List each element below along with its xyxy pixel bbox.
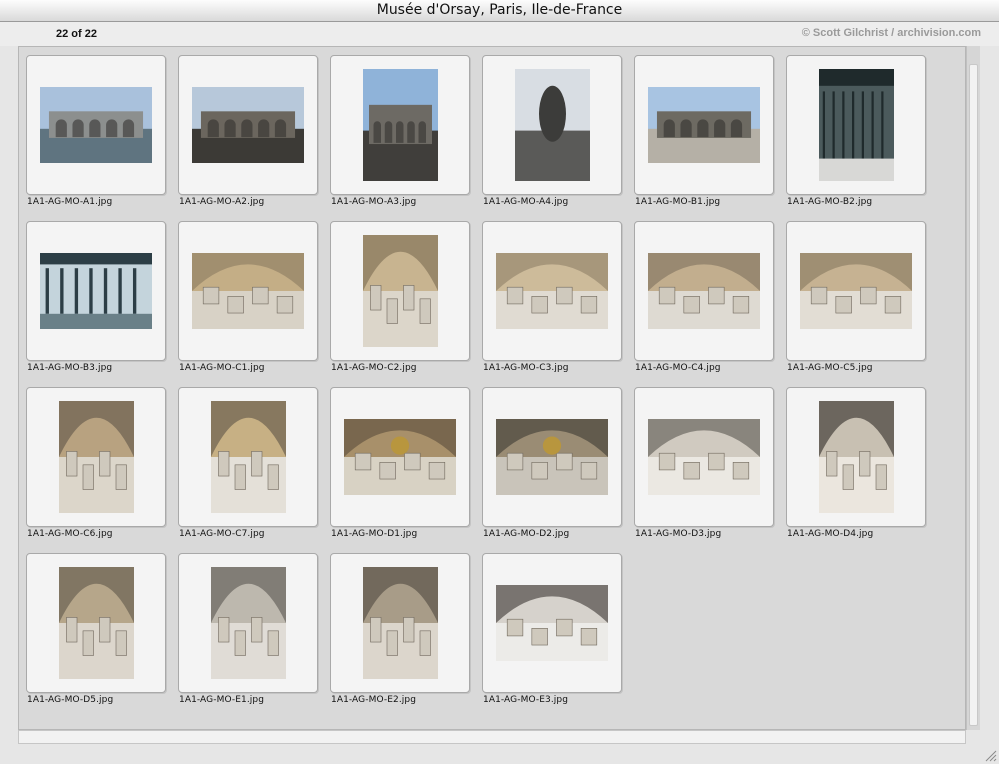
thumbnail-tile[interactable]: 1A1-AG-MO-C7.jpg xyxy=(178,387,318,552)
thumbnail-card[interactable] xyxy=(26,221,166,361)
thumbnail-tile[interactable]: 1A1-AG-MO-E3.jpg xyxy=(482,553,622,718)
thumbnail-filename: 1A1-AG-MO-B1.jpg xyxy=(635,197,721,207)
thumbnail-filename: 1A1-AG-MO-C5.jpg xyxy=(787,363,873,373)
thumbnail-filename: 1A1-AG-MO-B3.jpg xyxy=(27,363,113,373)
info-bar: 22 of 22 © Scott Gilchrist / archivision… xyxy=(0,22,999,46)
thumbnail-tile[interactable]: 1A1-AG-MO-C3.jpg xyxy=(482,221,622,386)
thumbnail-tile[interactable]: 1A1-AG-MO-A4.jpg xyxy=(482,55,622,220)
thumbnail-tile[interactable]: 1A1-AG-MO-E2.jpg xyxy=(330,553,470,718)
thumbnail-filename: 1A1-AG-MO-D2.jpg xyxy=(483,529,570,539)
thumbnail-tile[interactable]: 1A1-AG-MO-D1.jpg xyxy=(330,387,470,552)
image-count: 22 of 22 xyxy=(56,28,97,40)
thumbnail-card[interactable] xyxy=(482,221,622,361)
thumbnail-card[interactable] xyxy=(26,387,166,527)
thumbnail-filename: 1A1-AG-MO-C7.jpg xyxy=(179,529,265,539)
thumbnail-image[interactable] xyxy=(58,567,134,679)
thumbnail-image[interactable] xyxy=(648,87,760,163)
thumbnail-filename: 1A1-AG-MO-C2.jpg xyxy=(331,363,417,373)
thumbnail-tile[interactable]: 1A1-AG-MO-A1.jpg xyxy=(26,55,166,220)
thumbnail-filename: 1A1-AG-MO-A3.jpg xyxy=(331,197,417,207)
thumbnail-tile[interactable]: 1A1-AG-MO-D5.jpg xyxy=(26,553,166,718)
thumbnail-tile[interactable]: 1A1-AG-MO-A2.jpg xyxy=(178,55,318,220)
thumbnail-image[interactable] xyxy=(40,253,152,329)
thumbnail-image[interactable] xyxy=(58,401,134,513)
thumbnail-card[interactable] xyxy=(634,55,774,195)
thumbnail-image[interactable] xyxy=(818,69,894,181)
thumbnail-image[interactable] xyxy=(192,87,304,163)
thumbnail-card[interactable] xyxy=(330,55,470,195)
thumbnail-image[interactable] xyxy=(648,253,760,329)
thumbnail-filename: 1A1-AG-MO-C6.jpg xyxy=(27,529,113,539)
thumbnail-filename: 1A1-AG-MO-A1.jpg xyxy=(27,197,113,207)
thumbnail-tile[interactable]: 1A1-AG-MO-C6.jpg xyxy=(26,387,166,552)
thumbnail-card[interactable] xyxy=(26,553,166,693)
thumbnail-image[interactable] xyxy=(362,567,438,679)
thumbnail-filename: 1A1-AG-MO-D1.jpg xyxy=(331,529,418,539)
thumbnail-card[interactable] xyxy=(330,221,470,361)
thumbnail-tile[interactable]: 1A1-AG-MO-C2.jpg xyxy=(330,221,470,386)
thumbnail-card[interactable] xyxy=(482,387,622,527)
thumbnail-filename: 1A1-AG-MO-D4.jpg xyxy=(787,529,874,539)
window-title: Musée d'Orsay, Paris, Ile-de-France xyxy=(0,0,999,22)
thumbnail-card[interactable] xyxy=(178,553,318,693)
thumbnail-image[interactable] xyxy=(496,419,608,495)
thumbnail-card[interactable] xyxy=(634,387,774,527)
thumbnail-card[interactable] xyxy=(634,221,774,361)
thumbnail-filename: 1A1-AG-MO-C4.jpg xyxy=(635,363,721,373)
copyright-credit: © Scott Gilchrist / archivision.com xyxy=(801,27,981,39)
thumbnail-tile[interactable]: 1A1-AG-MO-B1.jpg xyxy=(634,55,774,220)
thumbnail-filename: 1A1-AG-MO-E1.jpg xyxy=(179,695,265,705)
thumbnail-image[interactable] xyxy=(362,69,438,181)
vertical-scroll-thumb[interactable] xyxy=(969,64,978,726)
thumbnail-filename: 1A1-AG-MO-D5.jpg xyxy=(27,695,114,705)
vertical-scrollbar[interactable] xyxy=(966,46,980,730)
thumbnail-image[interactable] xyxy=(800,253,912,329)
resize-grip-icon[interactable] xyxy=(983,748,997,762)
thumbnail-card[interactable] xyxy=(786,387,926,527)
thumbnail-image[interactable] xyxy=(40,87,152,163)
thumbnail-tile[interactable]: 1A1-AG-MO-D3.jpg xyxy=(634,387,774,552)
thumbnail-image[interactable] xyxy=(192,253,304,329)
thumbnail-card[interactable] xyxy=(178,55,318,195)
thumbnail-image[interactable] xyxy=(210,401,286,513)
thumbnail-tile[interactable]: 1A1-AG-MO-E1.jpg xyxy=(178,553,318,718)
thumbnail-card[interactable] xyxy=(330,553,470,693)
thumbnail-tile[interactable]: 1A1-AG-MO-A3.jpg xyxy=(330,55,470,220)
thumbnail-card[interactable] xyxy=(482,55,622,195)
thumbnail-filename: 1A1-AG-MO-A2.jpg xyxy=(179,197,265,207)
thumbnail-image[interactable] xyxy=(210,567,286,679)
thumbnail-grid: 1A1-AG-MO-A1.jpg 1A1-AG-MO-A2.jpg 1A1-AG-M… xyxy=(18,46,966,730)
thumbnail-card[interactable] xyxy=(178,221,318,361)
thumbnail-tile[interactable]: 1A1-AG-MO-C4.jpg xyxy=(634,221,774,386)
thumbnail-image[interactable] xyxy=(648,419,760,495)
thumbnail-image[interactable] xyxy=(496,253,608,329)
thumbnail-filename: 1A1-AG-MO-B2.jpg xyxy=(787,197,873,207)
horizontal-scrollbar[interactable] xyxy=(18,730,966,744)
thumbnail-filename: 1A1-AG-MO-E3.jpg xyxy=(483,695,569,705)
thumbnail-image[interactable] xyxy=(496,585,608,661)
thumbnail-tile[interactable]: 1A1-AG-MO-C1.jpg xyxy=(178,221,318,386)
thumbnail-filename: 1A1-AG-MO-D3.jpg xyxy=(635,529,722,539)
thumbnail-card[interactable] xyxy=(26,55,166,195)
thumbnail-filename: 1A1-AG-MO-E2.jpg xyxy=(331,695,417,705)
thumbnail-image[interactable] xyxy=(362,235,438,347)
thumbnail-card[interactable] xyxy=(482,553,622,693)
thumbnail-filename: 1A1-AG-MO-A4.jpg xyxy=(483,197,569,207)
thumbnail-card[interactable] xyxy=(786,221,926,361)
thumbnail-image[interactable] xyxy=(818,401,894,513)
thumbnail-card[interactable] xyxy=(786,55,926,195)
thumbnail-image[interactable] xyxy=(344,419,456,495)
thumbnail-tile[interactable]: 1A1-AG-MO-B2.jpg xyxy=(786,55,926,220)
thumbnail-image[interactable] xyxy=(514,69,590,181)
thumbnail-card[interactable] xyxy=(178,387,318,527)
thumbnail-filename: 1A1-AG-MO-C3.jpg xyxy=(483,363,569,373)
thumbnail-filename: 1A1-AG-MO-C1.jpg xyxy=(179,363,265,373)
thumbnail-tile[interactable]: 1A1-AG-MO-C5.jpg xyxy=(786,221,926,386)
thumbnail-tile[interactable]: 1A1-AG-MO-B3.jpg xyxy=(26,221,166,386)
thumbnail-tile[interactable]: 1A1-AG-MO-D4.jpg xyxy=(786,387,926,552)
thumbnail-card[interactable] xyxy=(330,387,470,527)
thumbnail-tile[interactable]: 1A1-AG-MO-D2.jpg xyxy=(482,387,622,552)
